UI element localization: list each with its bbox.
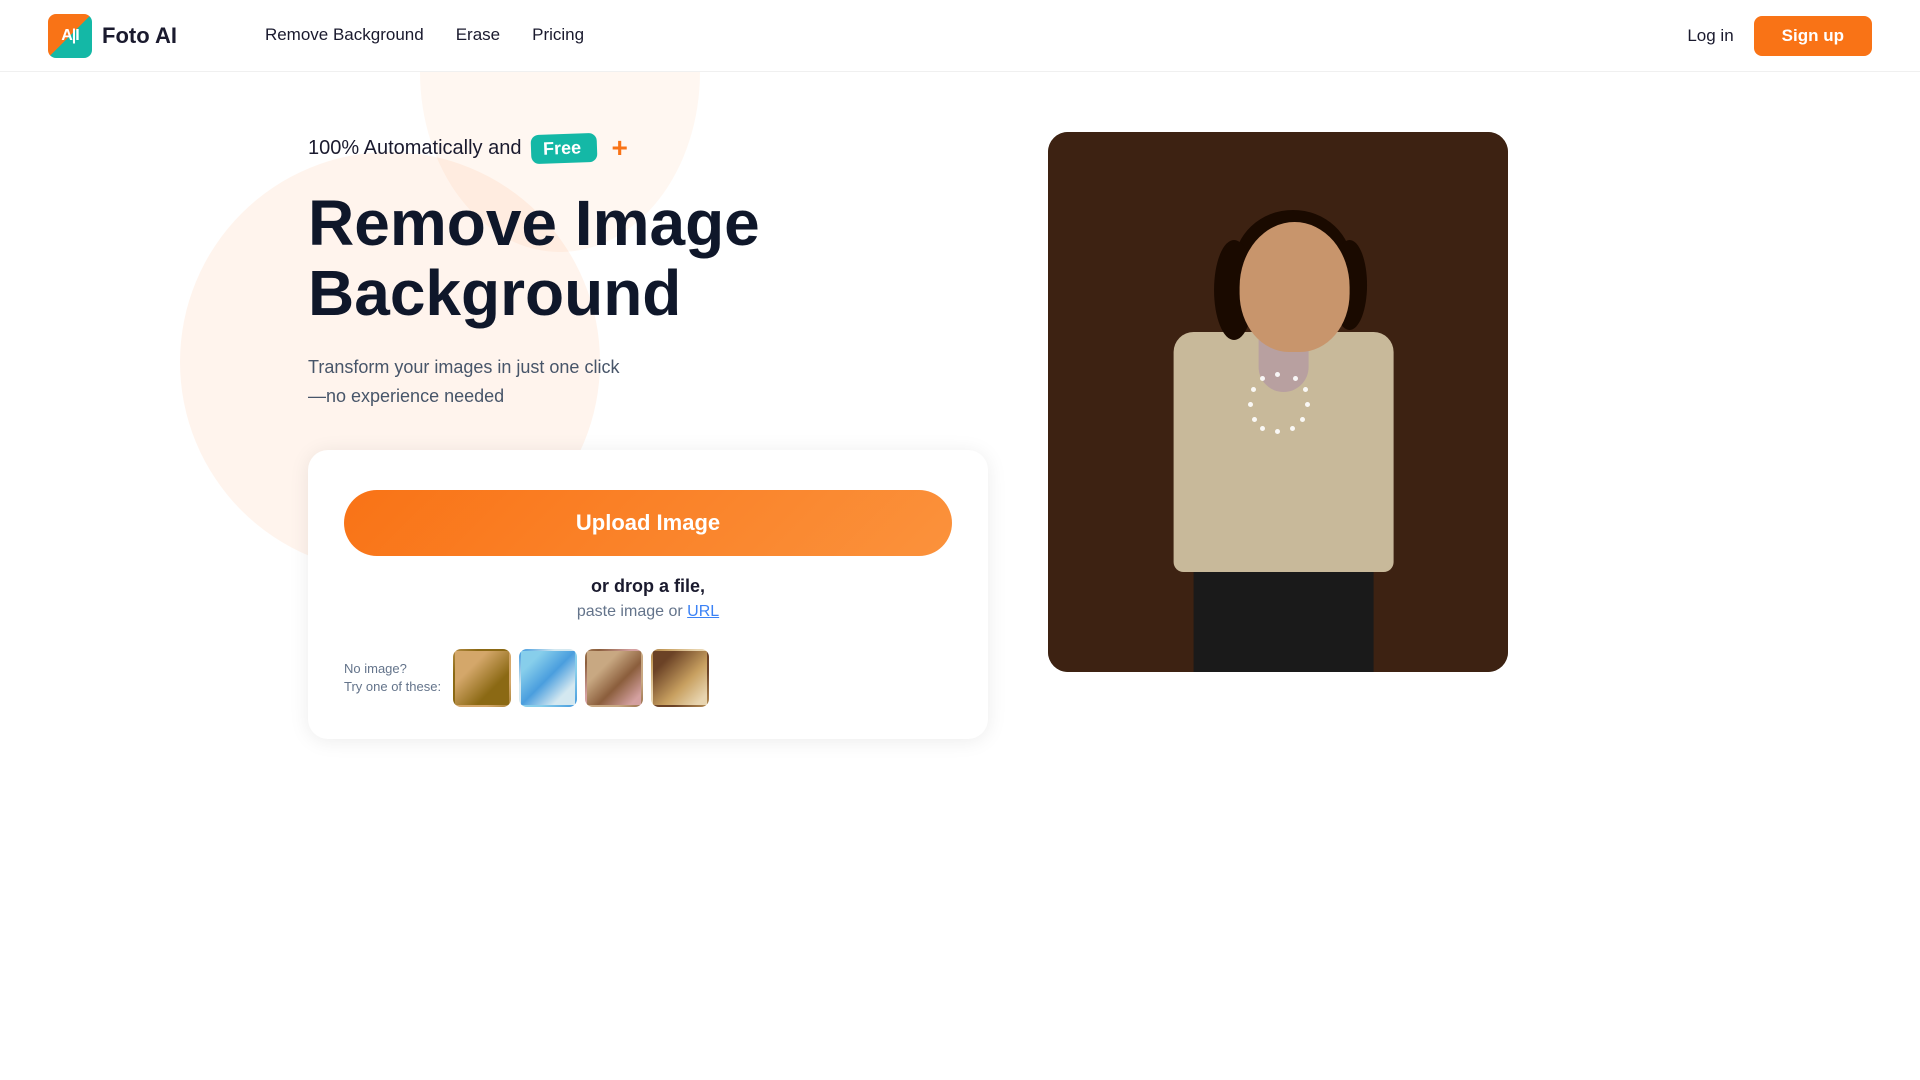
main-content: 100% Automatically and Free + Remove Ima… xyxy=(260,72,1660,779)
plus-icon: + xyxy=(612,132,628,164)
sample-image-4[interactable] xyxy=(651,649,709,707)
nav-pricing[interactable]: Pricing xyxy=(532,25,584,45)
spinner-dots xyxy=(1248,372,1308,432)
navbar: A|I Foto AI Remove Background Erase Pric… xyxy=(0,0,1920,72)
sample-image-1[interactable] xyxy=(453,649,511,707)
sample-image-2[interactable] xyxy=(519,649,577,707)
free-badge-label: Free xyxy=(531,132,598,163)
upload-box: Upload Image or drop a file, paste image… xyxy=(308,450,988,739)
free-badge: Free xyxy=(531,134,597,163)
spinner-dot-3 xyxy=(1303,387,1308,392)
logo-icon: A|I xyxy=(48,14,92,58)
loading-spinner xyxy=(1248,372,1308,432)
nav-right: Log in Sign up xyxy=(1687,16,1872,56)
spinner-dot-11 xyxy=(1251,387,1256,392)
hero-title: Remove Image Background xyxy=(308,188,988,329)
nav-links: Remove Background Erase Pricing xyxy=(217,0,632,72)
paste-label: paste image or xyxy=(577,603,683,620)
spinner-dot-6 xyxy=(1290,426,1295,431)
person-figure xyxy=(1144,192,1424,672)
spinner-dot-7 xyxy=(1275,429,1280,434)
signup-button[interactable]: Sign up xyxy=(1754,16,1872,56)
sample-row: No image? Try one of these: xyxy=(344,649,952,707)
brand-name: Foto AI xyxy=(102,23,177,49)
spinner-dot-1 xyxy=(1275,372,1280,377)
sample-images xyxy=(453,649,709,707)
sample-label: No image? Try one of these: xyxy=(344,660,441,696)
paste-text: paste image or URL xyxy=(344,603,952,621)
hero-title-line2: Background xyxy=(308,257,681,329)
person-torso xyxy=(1174,332,1394,572)
hero-badge: 100% Automatically and Free + xyxy=(308,132,988,164)
nav-remove-background[interactable]: Remove Background xyxy=(265,25,424,45)
logo[interactable]: A|I Foto AI xyxy=(48,14,177,58)
spinner-dot-10 xyxy=(1248,402,1253,407)
url-link[interactable]: URL xyxy=(687,603,719,620)
sample-image-3[interactable] xyxy=(585,649,643,707)
upload-image-button[interactable]: Upload Image xyxy=(344,490,952,556)
spinner-dot-8 xyxy=(1260,426,1265,431)
spinner-dot-4 xyxy=(1305,402,1310,407)
hero-subtitle: Transform your images in just one click—… xyxy=(308,353,748,411)
logo-letters: A|I xyxy=(61,27,78,45)
nav-left: A|I Foto AI Remove Background Erase Pric… xyxy=(48,0,632,72)
spinner-dot-9 xyxy=(1252,417,1257,422)
spinner-dot-12 xyxy=(1260,376,1265,381)
right-column xyxy=(1048,132,1508,672)
spinner-dot-2 xyxy=(1293,376,1298,381)
hero-title-line1: Remove Image xyxy=(308,187,760,259)
image-preview xyxy=(1048,132,1508,672)
login-button[interactable]: Log in xyxy=(1687,26,1733,46)
badge-prefix-text: 100% Automatically and xyxy=(308,137,521,160)
drop-text: or drop a file, xyxy=(344,576,952,597)
nav-erase[interactable]: Erase xyxy=(456,25,500,45)
spinner-dot-5 xyxy=(1300,417,1305,422)
person-head xyxy=(1240,222,1350,352)
